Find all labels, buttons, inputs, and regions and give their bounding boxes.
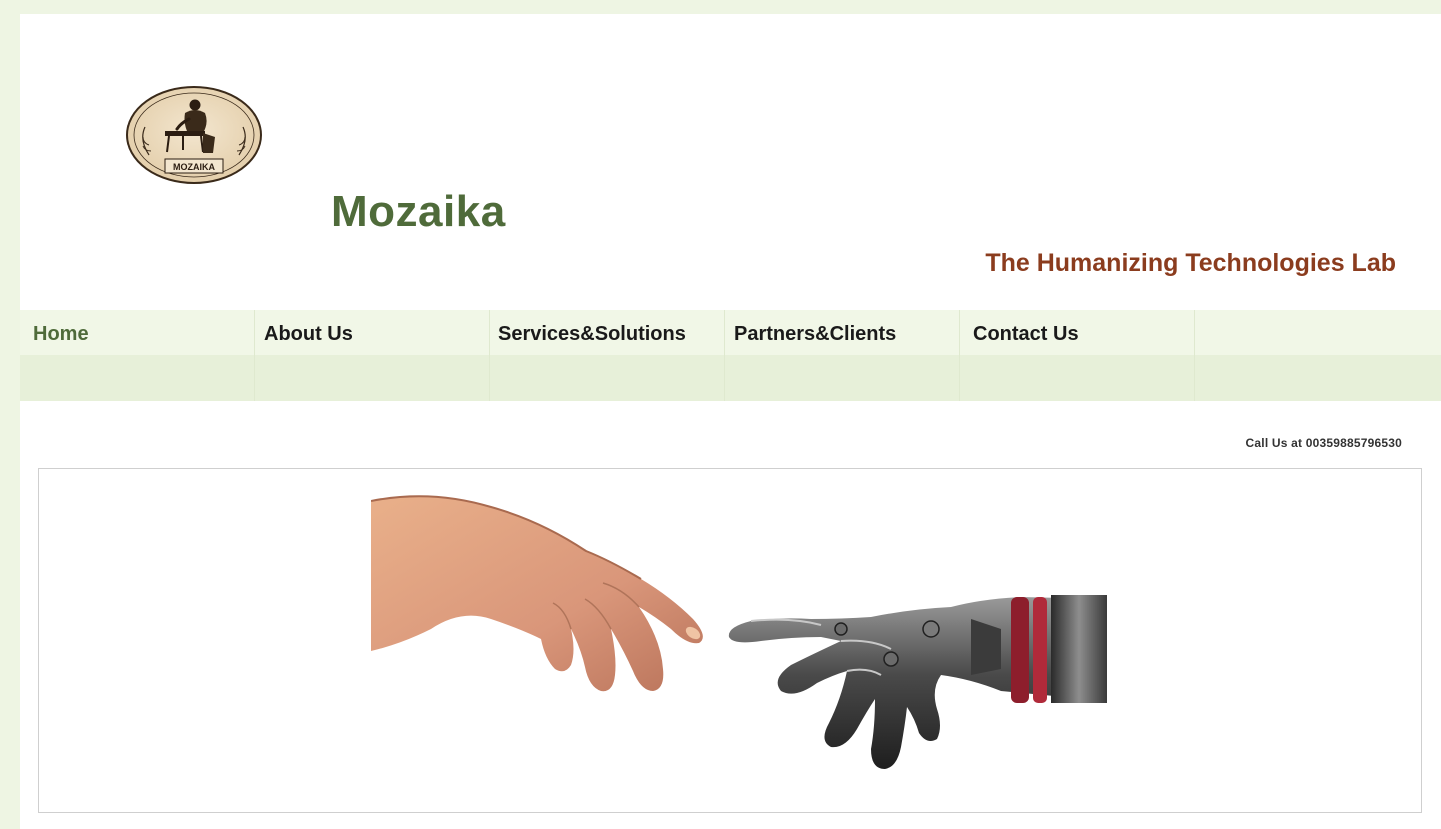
nav-link-services-solutions[interactable]: Services&Solutions xyxy=(498,322,686,346)
nav-link-contact-us[interactable]: Contact Us xyxy=(973,322,1079,346)
nav-item-empty xyxy=(1195,310,1441,401)
hero-banner xyxy=(38,468,1422,813)
content-area: MOZAIKA Mozaika The Humanizing Technolog… xyxy=(20,14,1441,829)
mozaika-logo[interactable]: MOZAIKA xyxy=(125,85,263,185)
nav-item-about-us[interactable]: About Us xyxy=(255,310,490,401)
site-title: Mozaika xyxy=(331,187,506,236)
main-nav: Home About Us Services&Solutions Partner… xyxy=(20,310,1441,401)
human-robot-hand-image xyxy=(371,495,1107,769)
call-us-text: Call Us at 00359885796530 xyxy=(1245,436,1402,450)
site-tagline: The Humanizing Technologies Lab xyxy=(985,249,1396,277)
nav-item-contact-us[interactable]: Contact Us xyxy=(960,310,1195,401)
nav-item-services-solutions[interactable]: Services&Solutions xyxy=(490,310,725,401)
page-frame: MOZAIKA Mozaika The Humanizing Technolog… xyxy=(8,6,1441,829)
nav-item-home[interactable]: Home xyxy=(20,310,255,401)
nav-link-about-us[interactable]: About Us xyxy=(264,322,353,346)
nav-item-partners-clients[interactable]: Partners&Clients xyxy=(725,310,960,401)
logo-text: MOZAIKA xyxy=(173,162,215,172)
nav-link-partners-clients[interactable]: Partners&Clients xyxy=(734,322,896,346)
nav-link-home[interactable]: Home xyxy=(33,322,89,346)
